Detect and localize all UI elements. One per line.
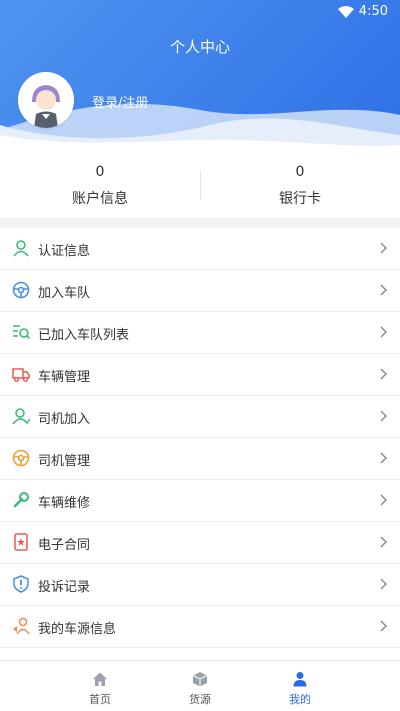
tab-cargo[interactable]: 货源 [150, 661, 250, 711]
chevron-right-icon [380, 410, 387, 422]
person-add-icon [12, 408, 30, 425]
cargo-icon [192, 672, 208, 687]
steering-wheel-icon [12, 281, 30, 299]
truck-icon [12, 368, 30, 382]
tab-label: 我的 [289, 693, 311, 706]
menu-item-my-vehicle-source[interactable]: 我的车源信息 [0, 606, 400, 648]
menu-item-label: 司机加入 [38, 412, 91, 427]
menu-item-join-fleet[interactable]: 加入车队 [0, 270, 400, 312]
contract-icon [14, 533, 28, 551]
stat-label: 账户信息 [72, 191, 128, 207]
menu-list: 认证信息 加入车队 已加入车队列表 车辆管理 司机加入 司机管理 车辆维修 电子… [0, 228, 400, 660]
menu-item-label: 认证信息 [38, 244, 91, 259]
menu-item-e-contract[interactable]: 电子合同 [0, 522, 400, 564]
stat-value: 0 [95, 164, 105, 180]
tab-label: 货源 [189, 693, 211, 706]
menu-item-complaint-records[interactable]: 投诉记录 [0, 564, 400, 606]
avatar[interactable] [18, 72, 74, 128]
chevron-right-icon [380, 536, 387, 548]
status-time: 4:50 [358, 4, 388, 19]
chevron-right-icon [380, 452, 387, 464]
wifi-icon [338, 6, 354, 18]
login-register-link[interactable]: 登录/注册 [92, 92, 148, 111]
menu-item-label: 已加入车队列表 [38, 328, 130, 343]
menu-item-vehicle-repair[interactable]: 车辆维修 [0, 480, 400, 522]
menu-item-label: 司机管理 [38, 454, 91, 469]
stat-account-info[interactable]: 0 账户信息 [0, 150, 200, 218]
chevron-right-icon [380, 578, 387, 590]
account-stats: 0 账户信息 0 银行卡 [0, 150, 400, 218]
tab-home[interactable]: 首页 [50, 661, 150, 711]
menu-item-label: 我的车源信息 [38, 622, 117, 637]
menu-item-vehicle-management[interactable]: 车辆管理 [0, 354, 400, 396]
stat-value: 0 [295, 164, 305, 180]
bottom-tab-bar: 首页 货源 我的 [0, 660, 400, 711]
home-icon [93, 672, 107, 686]
menu-item-certification[interactable]: 认证信息 [0, 228, 400, 270]
profile-header: 4:50 个人中心 登录/注册 [0, 0, 400, 150]
stat-bank-card[interactable]: 0 银行卡 [200, 150, 400, 218]
menu-item-joined-fleets[interactable]: 已加入车队列表 [0, 312, 400, 354]
menu-item-label: 车辆维修 [38, 496, 91, 511]
avatar-icon [18, 72, 74, 128]
menu-item-label: 加入车队 [38, 286, 91, 301]
chevron-right-icon [380, 326, 387, 338]
page-title: 个人中心 [169, 38, 230, 56]
chevron-right-icon [380, 242, 387, 254]
steering-wheel-icon [12, 449, 30, 467]
chevron-right-icon [380, 494, 387, 506]
menu-item-driver-join[interactable]: 司机加入 [0, 396, 400, 438]
menu-item-label: 投诉记录 [38, 580, 91, 595]
person-icon [13, 240, 29, 257]
vehicle-source-icon [13, 617, 30, 635]
menu-item-label: 电子合同 [38, 538, 91, 553]
tab-mine[interactable]: 我的 [250, 661, 350, 711]
status-bar: 4:50 [0, 0, 400, 24]
menu-item-label: 车辆管理 [38, 370, 91, 385]
chevron-right-icon [380, 368, 387, 380]
chevron-right-icon [380, 284, 387, 296]
shield-alert-icon [13, 575, 29, 593]
list-search-icon [13, 325, 30, 340]
tab-label: 首页 [89, 693, 111, 706]
stat-label: 银行卡 [279, 191, 321, 207]
menu-item-partial[interactable] [0, 648, 400, 660]
user-icon [293, 672, 307, 687]
menu-item-driver-management[interactable]: 司机管理 [0, 438, 400, 480]
chevron-right-icon [380, 620, 387, 632]
wrench-icon [13, 492, 29, 508]
